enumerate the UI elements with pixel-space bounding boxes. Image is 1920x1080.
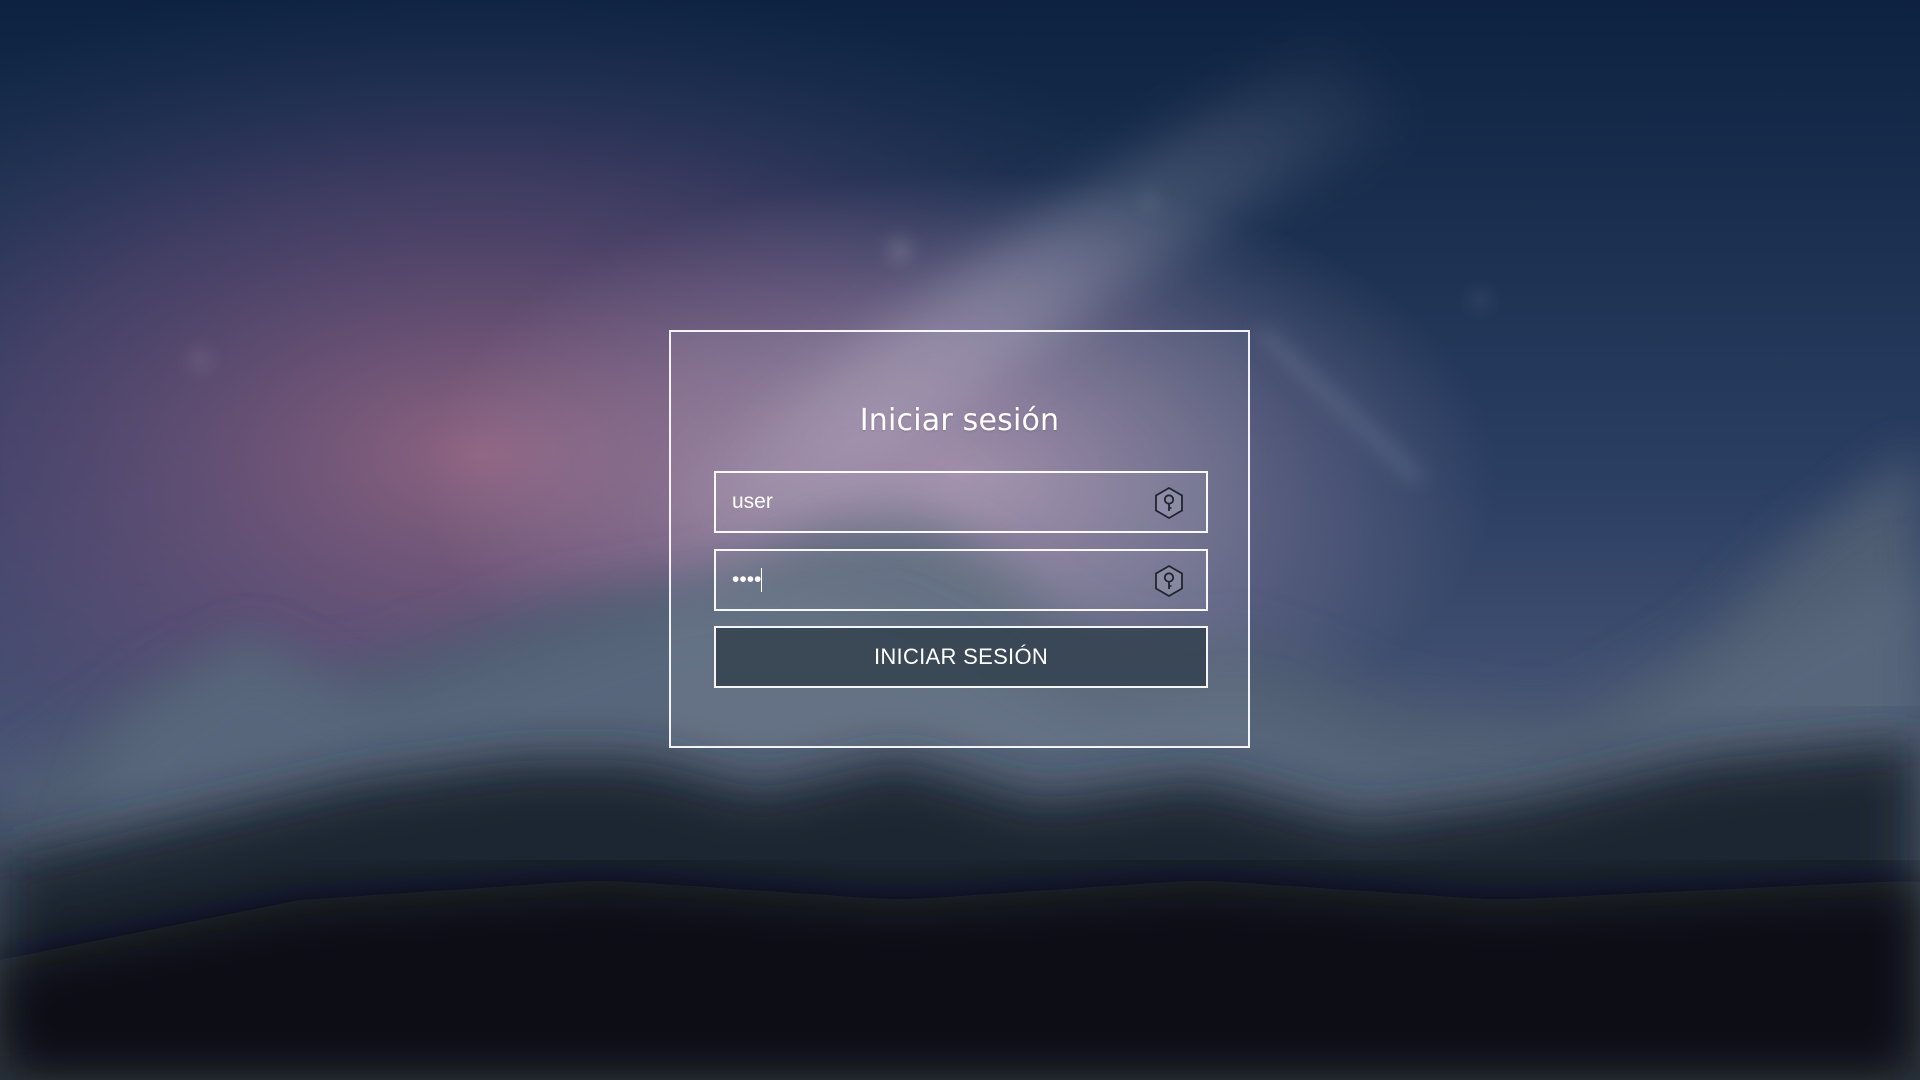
password-field[interactable] <box>714 549 1208 611</box>
password-input[interactable] <box>716 551 1206 609</box>
login-panel: Iniciar sesión INICIAR SESIÓN <box>669 330 1250 748</box>
login-title: Iniciar sesión <box>859 403 1060 438</box>
username-field[interactable] <box>714 471 1208 533</box>
text-cursor <box>761 568 762 592</box>
key-hexagon-icon <box>1152 486 1186 520</box>
login-submit-button[interactable]: INICIAR SESIÓN <box>714 626 1208 688</box>
key-hexagon-icon <box>1152 564 1186 598</box>
username-input[interactable] <box>716 473 1206 531</box>
